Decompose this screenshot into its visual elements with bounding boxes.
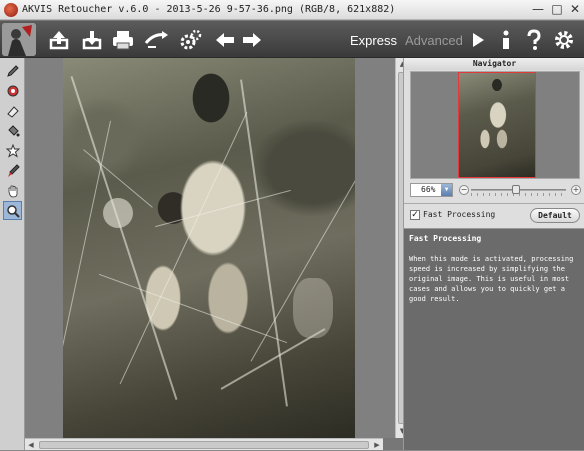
help-button[interactable] xyxy=(521,27,547,53)
fast-processing-label[interactable]: Fast Processing xyxy=(423,210,495,219)
zoom-select[interactable]: 66% ▼ xyxy=(410,183,453,197)
question-mark-icon xyxy=(527,29,541,50)
window-title: AKVIS Retoucher v.6.0 - 2013-5-26 9-57-3… xyxy=(22,4,396,15)
scroll-right-arrow[interactable]: ▶ xyxy=(371,439,383,451)
horizontal-scroll-thumb[interactable] xyxy=(39,441,369,449)
tube-icon xyxy=(7,85,18,96)
bucket-tool[interactable] xyxy=(3,121,22,140)
horizontal-scrollbar[interactable]: ◀ ▶ xyxy=(25,438,383,450)
navigator-title: Navigator xyxy=(404,58,584,70)
printer-icon xyxy=(113,31,133,50)
image-canvas[interactable] xyxy=(25,58,395,438)
zoom-tool[interactable] xyxy=(3,201,22,220)
default-button[interactable]: Default xyxy=(530,208,580,223)
arrow-right-icon xyxy=(243,33,261,47)
paint-bucket-icon xyxy=(7,124,19,136)
app-window: AKVIS Retoucher v.6.0 - 2013-5-26 9-57-3… xyxy=(0,0,584,450)
brush-tool[interactable] xyxy=(3,161,22,180)
chevron-down-icon[interactable]: ▼ xyxy=(441,184,452,196)
gears-icon xyxy=(180,29,202,50)
play-icon xyxy=(473,33,484,47)
main-toolbar: Express Advanced xyxy=(0,21,584,58)
zoom-in-button[interactable]: + xyxy=(571,185,581,195)
upload-icon xyxy=(49,31,69,50)
redo-button[interactable] xyxy=(239,27,265,53)
zoom-slider-knob[interactable] xyxy=(511,185,520,194)
info-icon xyxy=(503,30,509,49)
navigator-preview[interactable] xyxy=(410,71,580,179)
selection-pencil-tool[interactable] xyxy=(3,61,22,80)
title-bar: AKVIS Retoucher v.6.0 - 2013-5-26 9-57-3… xyxy=(0,0,584,20)
zoom-value: 66% xyxy=(421,185,436,194)
mode-express[interactable]: Express xyxy=(350,33,397,48)
undo-button[interactable] xyxy=(212,27,238,53)
akvis-app-icon xyxy=(4,3,18,17)
arrow-left-icon xyxy=(216,33,234,47)
brush-icon xyxy=(7,163,20,177)
right-panel: Navigator 66% ▼ − + ✓ Fast Processing De… xyxy=(403,58,584,450)
save-image-button[interactable] xyxy=(79,27,105,53)
hand-icon xyxy=(8,185,17,197)
close-button[interactable]: ✕ xyxy=(567,3,583,17)
print-button[interactable] xyxy=(110,27,136,53)
zoom-out-button[interactable]: − xyxy=(459,185,469,195)
gear-icon xyxy=(555,31,573,49)
fast-processing-checkbox[interactable]: ✓ xyxy=(410,210,420,220)
preferences-button[interactable] xyxy=(178,27,204,53)
tool-palette xyxy=(0,58,25,450)
old-family-photo xyxy=(63,58,355,438)
hand-tool[interactable] xyxy=(3,181,22,200)
navigator-view-frame[interactable] xyxy=(458,72,536,178)
eraser-icon xyxy=(6,105,19,118)
star-icon xyxy=(5,143,20,158)
fast-processing-row: ✓ Fast Processing Default xyxy=(410,208,582,224)
pencil-icon xyxy=(6,64,19,77)
zoom-controls: 66% ▼ − + xyxy=(410,183,582,199)
minimize-button[interactable]: — xyxy=(530,3,546,17)
help-panel: Fast Processing When this mode is activa… xyxy=(404,228,584,450)
share-icon xyxy=(144,31,168,48)
panel-divider xyxy=(404,203,584,204)
magic-tube-tool[interactable] xyxy=(3,81,22,100)
magnifier-icon xyxy=(6,204,20,218)
akvis-logo xyxy=(2,23,36,56)
share-button[interactable] xyxy=(144,27,170,53)
settings-button[interactable] xyxy=(551,27,577,53)
info-button[interactable] xyxy=(493,27,519,53)
eraser-tool[interactable] xyxy=(3,101,22,120)
help-text: When this mode is activated, processing … xyxy=(409,255,574,303)
maximize-button[interactable]: □ xyxy=(549,3,565,17)
magic-wand-tool[interactable] xyxy=(3,141,22,160)
scroll-left-arrow[interactable]: ◀ xyxy=(25,439,37,451)
open-image-button[interactable] xyxy=(46,27,72,53)
download-icon xyxy=(82,31,102,50)
mode-advanced[interactable]: Advanced xyxy=(405,33,463,48)
help-title: Fast Processing xyxy=(409,234,482,243)
run-button[interactable] xyxy=(465,27,491,53)
